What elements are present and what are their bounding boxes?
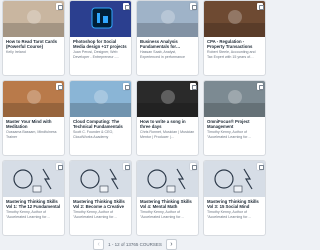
course-title[interactable]: Photoshop for Social Media design +17 pr… [73, 39, 128, 49]
course-author: Oussama Bassam, Mindfulness Trainer [6, 130, 57, 139]
course-card[interactable]: Mastering Thinking Skills Vol 1: The 12 … [2, 160, 65, 236]
course-title[interactable]: How to Read Tarot Cards (Powerful Course… [6, 39, 61, 49]
bookmark-icon[interactable] [56, 3, 63, 10]
course-title[interactable]: Cloud Computing: The Technical Fundament… [73, 119, 128, 129]
course-author: Robert Steele, Accounting and Tax Expert… [207, 50, 256, 59]
bookmark-icon[interactable] [190, 163, 197, 170]
bookmark-icon[interactable] [257, 163, 264, 170]
pagination-bar: ‹ 1 - 12 of 13765 COURSES › [0, 238, 270, 250]
course-card[interactable]: Mastering Thinking Skills Vol 4: Mental … [136, 160, 199, 236]
course-author: Scott C. Founder & CEO, CloudWorks Acade… [73, 130, 114, 139]
bookmark-icon[interactable] [123, 83, 130, 90]
course-info: Mastering Thinking Skills Vol 2: Become … [70, 197, 131, 219]
course-title[interactable]: Mastering Thinking Skills Vol 1: The 12 … [6, 199, 61, 209]
bookmark-icon[interactable] [190, 83, 197, 90]
course-author: Timothy Kenny, Author of "Accelerated Le… [207, 210, 252, 219]
course-card[interactable]: Cloud Computing: The Technical Fundament… [69, 80, 132, 156]
course-author: Timothy Kenny, Author of "Accelerated Le… [140, 210, 185, 219]
course-title[interactable]: Mastering Thinking Skills Vol 3: 15 Soci… [207, 199, 262, 209]
illustration-math-head-thumbnail [137, 161, 198, 197]
course-author: Kelly Ireland [6, 50, 26, 55]
course-card[interactable]: How to write a song in three days Chris R… [136, 80, 199, 156]
next-page-button[interactable]: › [165, 238, 177, 250]
photo-cloud-city-thumbnail [70, 81, 131, 117]
course-title[interactable]: How to write a song in three days [140, 119, 195, 129]
photo-binoculars-thumbnail [204, 81, 265, 117]
course-info: How to write a song in three days Chris R… [137, 117, 198, 139]
photo-gavel-thumbnail [204, 1, 265, 37]
course-author: Timothy Kenny, Author of "Accelerated Le… [73, 210, 118, 219]
photo-tarot-cards-thumbnail [3, 1, 64, 37]
course-card[interactable]: Business Analysis Fundamentals for… Hassa… [136, 0, 199, 76]
bookmark-icon[interactable] [190, 3, 197, 10]
illustration-lightbulb-head-thumbnail [3, 161, 64, 197]
photoshop-logo-thumbnail [70, 1, 131, 37]
course-info: Photoshop for Social Media design +17 pr… [70, 37, 131, 59]
course-author: Timothy Kenny, Author of "Accelerated Le… [6, 210, 51, 219]
course-title[interactable]: OmniFocus® Project Management [207, 119, 262, 129]
course-card[interactable]: Mastering Thinking Skills Vol 3: 15 Soci… [203, 160, 266, 236]
course-info: OmniFocus® Project Management Timothy Ken… [204, 117, 265, 139]
results-summary: 1 - 12 of 13765 COURSES [108, 241, 162, 247]
course-info: Cloud Computing: The Technical Fundament… [70, 117, 131, 139]
illustration-social-head-thumbnail [204, 161, 265, 197]
photo-piano-thumbnail [137, 81, 198, 117]
bookmark-icon[interactable] [123, 163, 130, 170]
course-info: Mastering Thinking Skills Vol 4: Mental … [137, 197, 198, 219]
course-author: Hassan Saab, Analyst, Experienced in per… [140, 50, 185, 59]
bookmark-icon[interactable] [56, 83, 63, 90]
course-info: CPA - Regulation - Property Transactions… [204, 37, 265, 59]
course-card[interactable]: Master Your Mind with Meditation Oussama … [2, 80, 65, 156]
bookmark-icon[interactable] [257, 83, 264, 90]
chevron-right-icon: › [170, 240, 173, 248]
illustration-lightning-head-thumbnail [70, 161, 131, 197]
course-author: Chris Ronnet, Musician | Musician Mentor… [140, 130, 195, 139]
course-title[interactable]: Mastering Thinking Skills Vol 4: Mental … [140, 199, 195, 209]
course-info: Master Your Mind with Meditation Oussama … [3, 117, 64, 139]
course-card[interactable]: Mastering Thinking Skills Vol 2: Become … [69, 160, 132, 236]
course-author: Juan Perosi, Designer, Web Developer - E… [73, 50, 120, 59]
course-title[interactable]: Business Analysis Fundamentals for… [140, 39, 195, 49]
course-info: Mastering Thinking Skills Vol 3: 15 Soci… [204, 197, 265, 219]
course-title[interactable]: Mastering Thinking Skills Vol 2: Become … [73, 199, 128, 209]
course-title[interactable]: Master Your Mind with Meditation [6, 119, 61, 129]
course-card[interactable]: Photoshop for Social Media design +17 pr… [69, 0, 132, 76]
chevron-left-icon: ‹ [97, 240, 100, 248]
course-info: Business Analysis Fundamentals for… Hassa… [137, 37, 198, 59]
bookmark-icon[interactable] [257, 3, 264, 10]
course-card[interactable]: How to Read Tarot Cards (Powerful Course… [2, 0, 65, 76]
course-info: How to Read Tarot Cards (Powerful Course… [3, 37, 64, 55]
course-author: Timothy Kenny, Author of "Accelerated Le… [207, 130, 252, 139]
photo-blueprint-thumbnail [137, 1, 198, 37]
bookmark-icon[interactable] [56, 163, 63, 170]
course-card[interactable]: OmniFocus® Project Management Timothy Ken… [203, 80, 266, 156]
prev-page-button[interactable]: ‹ [93, 238, 105, 250]
course-grid: How to Read Tarot Cards (Powerful Course… [2, 0, 268, 236]
bookmark-icon[interactable] [123, 3, 130, 10]
photo-meditation-thumbnail [3, 81, 64, 117]
course-info: Mastering Thinking Skills Vol 1: The 12 … [3, 197, 64, 219]
course-title[interactable]: CPA - Regulation - Property Transactions [207, 39, 262, 49]
course-card[interactable]: CPA - Regulation - Property Transactions… [203, 0, 266, 76]
